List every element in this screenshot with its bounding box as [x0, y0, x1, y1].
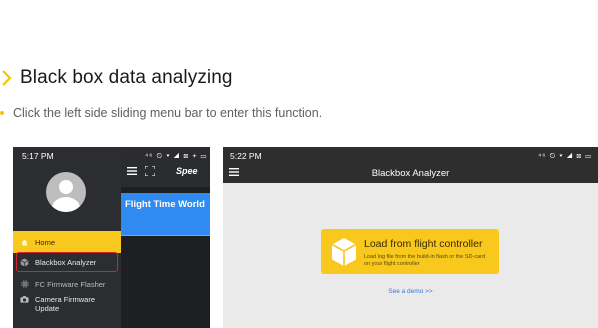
main-content: Spee Flight Time World: [121, 147, 210, 328]
menu-item-fc-firmware-flasher[interactable]: FC Firmware Flasher: [13, 273, 121, 295]
analyzer-screenshot: 5:22 PM ⁴⁶ ⏲ ▾ ◢ ⊠ ▭ Blackbox Analyzer L…: [223, 147, 598, 328]
section-subtitle-row: Click the left side sliding menu bar to …: [0, 106, 322, 120]
banner: Flight Time World: [121, 193, 210, 235]
chevron-right-icon: [2, 70, 12, 86]
section-title: Black box data analyzing: [20, 67, 233, 88]
fullscreen-icon[interactable]: [145, 166, 155, 176]
section-subtitle: Click the left side sliding menu bar to …: [13, 106, 323, 120]
status-time: 5:22 PM: [230, 151, 262, 161]
status-time: 5:17 PM: [22, 151, 54, 161]
avatar-body: [52, 197, 80, 212]
side-drawer: Home Blackbox Analyzer FC Firmware Flash…: [13, 147, 121, 328]
card-description: Load log file from the build-in flash or…: [364, 254, 486, 267]
cube-icon: [331, 238, 357, 266]
menu-screenshot: Spee Flight Time World Home Blackbox Ana…: [13, 147, 210, 328]
menu-item-camera-firmware-update[interactable]: Camera Firmware Update: [13, 293, 121, 319]
banner-text: Flight Time World: [125, 199, 205, 210]
app-title: Blackbox Analyzer: [371, 168, 450, 179]
menu-item-label: Home: [35, 237, 56, 247]
divider: [121, 235, 210, 236]
bullet-icon: [0, 111, 4, 115]
status-bar: 5:17 PM ⁴⁶ ⏲ ▾ ◢ ⊠ + ▭: [13, 147, 210, 165]
menu-item-blackbox-analyzer[interactable]: Blackbox Analyzer: [13, 251, 121, 273]
chip-icon: [20, 280, 29, 289]
menu-item-label: Camera Firmware Update: [35, 295, 96, 313]
section-heading: Black box data analyzing: [0, 67, 233, 89]
see-demo-link[interactable]: See a demo >>: [223, 288, 598, 295]
status-icons: ⁴⁶ ⏲ ▾ ◢ ⊠ + ▭: [145, 151, 208, 160]
highlight-frame: [16, 252, 118, 272]
menu-item-home[interactable]: Home: [13, 231, 121, 253]
card-title: Load from flight controller: [364, 238, 483, 250]
brand-logo: Spee: [176, 166, 198, 176]
camera-icon: [20, 295, 29, 304]
load-from-flight-controller-button[interactable]: Load from flight controller Load log fil…: [321, 229, 499, 274]
status-icons: ⁴⁶ ⏲ ▾ ◢ ⊠ ▭: [538, 151, 592, 160]
menu-item-label: FC Firmware Flasher: [35, 279, 106, 289]
avatar[interactable]: [46, 172, 86, 212]
home-icon: [20, 238, 29, 247]
app-bar: 5:22 PM ⁴⁶ ⏲ ▾ ◢ ⊠ ▭ Blackbox Analyzer: [223, 147, 598, 183]
avatar-head: [59, 180, 73, 194]
hamburger-menu-icon[interactable]: [127, 167, 137, 175]
